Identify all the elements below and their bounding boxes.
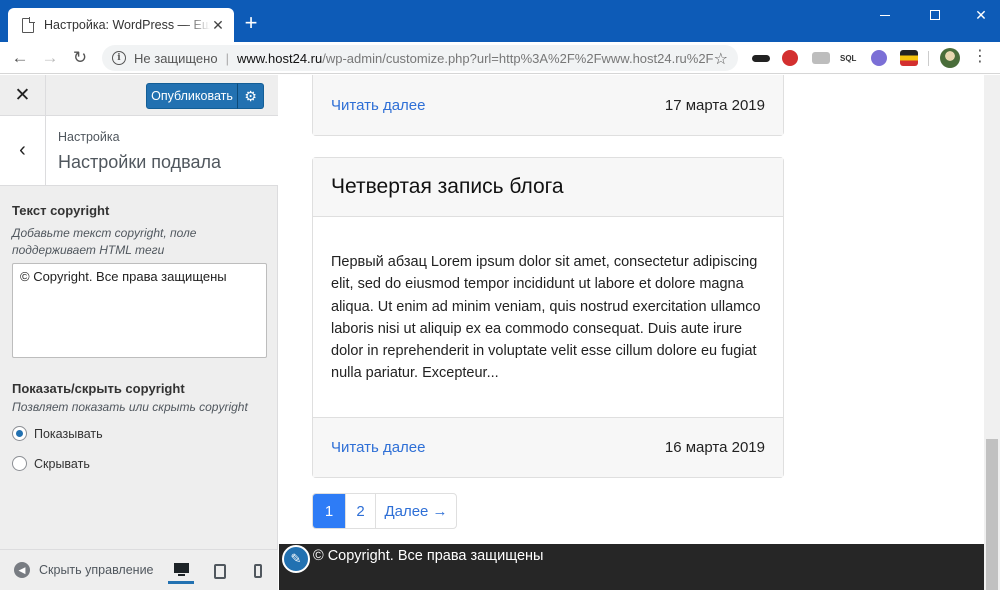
- extension-icon[interactable]: [871, 50, 887, 66]
- scrollbar-thumb[interactable]: [986, 439, 998, 590]
- customizer-sidebar: ✕ Опубликовать ⚙ ‹ Настройка Настройки п…: [0, 75, 278, 590]
- toolbar-divider: [928, 51, 929, 66]
- radio-hide[interactable]: Скрывать: [12, 456, 90, 471]
- page-icon: [22, 16, 35, 33]
- browser-titlebar: Настройка: WordPress — Ещё один сайт на …: [0, 0, 1000, 42]
- post-date: 16 марта 2019: [664, 439, 765, 456]
- site-preview: Читать далее 17 марта 2019 Четвертая зап…: [279, 75, 984, 590]
- url-separator: |: [225, 50, 229, 66]
- forward-button[interactable]: →: [38, 46, 62, 70]
- section-title: Настройки подвала: [58, 152, 222, 172]
- preview-mobile-button[interactable]: [245, 558, 271, 584]
- radio-hide-label: Скрывать: [34, 456, 90, 471]
- browser-menu-icon[interactable]: ⋮: [972, 49, 988, 65]
- post-date: 17 марта 2019: [664, 96, 765, 114]
- browser-toolbar: ← → ↻ i Не защищено | www.host24.ru/wp-a…: [0, 42, 1000, 74]
- close-tab-icon[interactable]: ✕: [210, 17, 226, 34]
- reload-button[interactable]: ↻: [68, 46, 92, 70]
- radio-hide-input[interactable]: [12, 456, 27, 471]
- profile-avatar[interactable]: [940, 48, 960, 68]
- info-icon[interactable]: i: [112, 51, 126, 65]
- extension-icon[interactable]: [812, 52, 830, 64]
- collapse-sidebar-button[interactable]: ◀ Скрыть управление: [14, 562, 154, 578]
- close-window-button[interactable]: ✕: [958, 0, 1000, 30]
- back-button[interactable]: ←: [8, 46, 32, 70]
- breadcrumb: Настройка: [58, 130, 120, 144]
- minimize-icon: [880, 14, 890, 16]
- flag-extension-icon[interactable]: [900, 50, 918, 66]
- extension-icon[interactable]: [752, 55, 770, 62]
- radio-show[interactable]: Показывать: [12, 426, 103, 441]
- copyright-text-description: Добавьте текст copyright, поле поддержив…: [12, 226, 197, 257]
- security-label: Не защищено: [134, 50, 218, 66]
- sql-extension-icon[interactable]: SQL: [840, 54, 862, 70]
- post-title[interactable]: Четвертая запись блога: [313, 158, 783, 217]
- maximize-window-button[interactable]: [912, 0, 958, 30]
- new-tab-button[interactable]: +: [240, 12, 262, 34]
- preview-tablet-button[interactable]: [207, 558, 233, 584]
- post-card: Читать далее 17 марта 2019: [312, 75, 784, 136]
- browser-tab[interactable]: Настройка: WordPress — Ещё один сайт на …: [8, 8, 234, 42]
- maximize-icon: [930, 10, 940, 20]
- radio-show-label: Показывать: [34, 426, 103, 441]
- address-bar[interactable]: i Не защищено | www.host24.ru/wp-admin/c…: [102, 45, 738, 71]
- section-header: ‹ Настройка Настройки подвала: [0, 116, 278, 186]
- customizer-header: ✕ Опубликовать ⚙: [0, 75, 278, 116]
- pagination: 1 2 Далее →: [312, 493, 457, 529]
- minimize-window-button[interactable]: [862, 0, 908, 30]
- extension-icon[interactable]: [782, 50, 798, 66]
- site-footer: ✎ © Copyright. Все права защищены: [279, 544, 984, 590]
- footer-copyright: © Copyright. Все права защищены: [313, 548, 544, 564]
- copyright-toggle-description: Позвляет показать или скрыть copyright: [12, 400, 248, 414]
- close-customizer-button[interactable]: ✕: [0, 75, 46, 116]
- page-1-link[interactable]: 1: [313, 494, 345, 528]
- copyright-toggle-label: Показать/скрыть copyright: [12, 381, 185, 396]
- edit-pencil-icon[interactable]: ✎: [282, 545, 310, 573]
- copyright-text-label: Текст copyright: [12, 203, 110, 218]
- read-more-link[interactable]: Читать далее: [331, 97, 425, 114]
- preview-scrollbar[interactable]: [984, 75, 1000, 590]
- post-card: Четвертая запись блога Первый абзац Lore…: [312, 157, 784, 478]
- desktop-icon: [173, 563, 189, 576]
- back-to-panel-button[interactable]: ‹: [0, 116, 46, 185]
- read-more-link[interactable]: Читать далее: [331, 439, 425, 456]
- tablet-icon: [214, 563, 226, 579]
- tab-title: Настройка: WordPress — Ещё один сайт на …: [44, 18, 210, 32]
- url-host: www.host24.ru: [236, 50, 323, 66]
- bookmark-star-icon[interactable]: ☆: [714, 49, 728, 69]
- copyright-textarea[interactable]: © Copyright. Все права защищены: [12, 263, 267, 358]
- post-excerpt: Первый абзац Lorem ipsum dolor sit amet,…: [313, 217, 783, 418]
- publish-settings-gear-icon[interactable]: ⚙: [237, 83, 264, 109]
- customizer-footer: ◀ Скрыть управление: [0, 549, 278, 590]
- post-card-footer: Читать далее 16 марта 2019: [313, 418, 783, 477]
- preview-desktop-button[interactable]: [168, 558, 194, 584]
- mobile-icon: [254, 564, 262, 578]
- radio-show-input[interactable]: [12, 426, 27, 441]
- collapse-label: Скрыть управление: [39, 563, 154, 577]
- publish-button[interactable]: Опубликовать: [146, 83, 238, 109]
- arrow-left-circle-icon: ◀: [14, 562, 30, 578]
- next-page-link[interactable]: Далее →: [375, 494, 456, 528]
- page-2-link[interactable]: 2: [345, 494, 375, 528]
- post-card-footer: Читать далее 17 марта 2019: [313, 75, 783, 135]
- url-path: /wp-admin/customize.php?url=http%3A%2F%2…: [322, 50, 714, 66]
